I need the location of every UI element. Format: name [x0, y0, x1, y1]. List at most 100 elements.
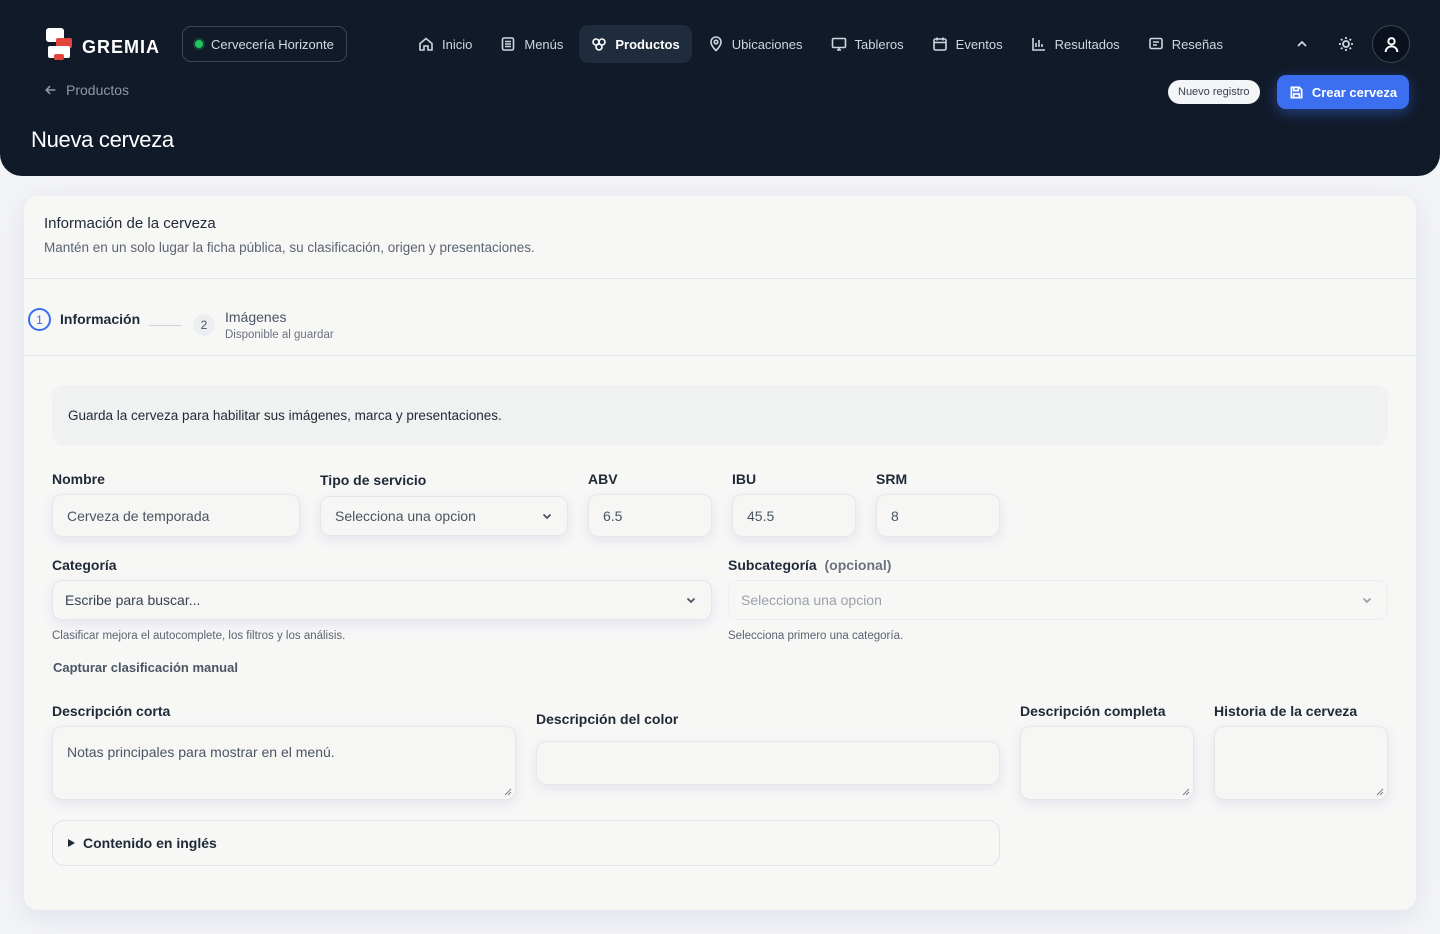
- message-icon: [1148, 37, 1163, 50]
- nav-label: Eventos: [955, 36, 1003, 52]
- descripcion-completa-label: Descripción completa: [1020, 703, 1166, 719]
- home-icon: [419, 37, 433, 51]
- historia-label: Historia de la cerveza: [1214, 703, 1358, 719]
- nav-item-ubicaciones[interactable]: Ubicaciones: [696, 25, 815, 63]
- categoria-hint: Clasificar mejora el autocomplete, los f…: [52, 630, 346, 642]
- historia-textarea[interactable]: [1214, 726, 1388, 800]
- chevron-down-icon: [686, 597, 696, 604]
- step-2-sub: Disponible al guardar: [225, 329, 334, 341]
- resize-handle-icon[interactable]: [1182, 788, 1190, 796]
- arrow-left-icon: [45, 85, 56, 95]
- manual-classification-link[interactable]: Capturar clasificación manual: [53, 660, 238, 675]
- subcategoria-label: Subcategoría (opcional): [728, 557, 891, 573]
- theme-toggle-sun-icon[interactable]: [1332, 30, 1360, 58]
- collapse-chevron-up-icon[interactable]: [1288, 30, 1316, 58]
- bottles-icon: [592, 38, 607, 51]
- ibu-input[interactable]: 45.5: [732, 494, 856, 537]
- tipo-servicio-select[interactable]: Selecciona una opcion: [320, 496, 568, 536]
- english-content-label: Contenido en inglés: [83, 835, 217, 851]
- resize-handle-icon[interactable]: [504, 788, 512, 796]
- nav-item-tableros[interactable]: Tableros: [819, 25, 916, 63]
- descripcion-color-input[interactable]: [536, 741, 1000, 785]
- subcategoria-value: Selecciona una opcion: [741, 592, 882, 608]
- ibu-value: 45.5: [747, 507, 775, 524]
- nav-label: Reseñas: [1171, 36, 1223, 52]
- step-1-label[interactable]: Información: [60, 311, 140, 327]
- srm-label: SRM: [876, 471, 908, 487]
- beer-form-card: Información de la cerveza Mantén en un s…: [24, 196, 1416, 910]
- categoria-placeholder: Escribe para buscar...: [65, 592, 201, 608]
- nav-item-inicio[interactable]: Inicio: [406, 25, 484, 63]
- nav-item-resultados[interactable]: Resultados: [1019, 25, 1132, 63]
- subcategoria-hint: Selecciona primero una categoría.: [728, 630, 904, 642]
- tipo-servicio-label: Tipo de servicio: [320, 472, 427, 488]
- save-icon: [1290, 86, 1303, 98]
- tipo-servicio-value: Selecciona una opcion: [335, 508, 476, 524]
- nav-item-productos[interactable]: Productos: [579, 25, 692, 63]
- nav-label: Ubicaciones: [731, 36, 803, 52]
- categoria-label: Categoría: [52, 557, 117, 573]
- status-dot-icon: [195, 40, 203, 48]
- resize-handle-icon[interactable]: [1376, 788, 1384, 796]
- step-2-indicator: 2: [193, 314, 215, 336]
- nav-item-menus[interactable]: Menús: [488, 25, 575, 63]
- create-beer-button[interactable]: Crear cerveza: [1277, 75, 1409, 109]
- main-nav: Inicio Menús Productos Ubicaciones Table…: [406, 25, 1235, 63]
- logo-mark-icon: [44, 26, 76, 62]
- srm-value: 8: [891, 507, 899, 524]
- ibu-label: IBU: [732, 471, 757, 487]
- chevron-down-icon: [542, 513, 552, 520]
- optional-tag: (opcional): [824, 557, 892, 573]
- map-pin-icon: [709, 36, 722, 52]
- step-2-label: Imágenes: [225, 309, 287, 325]
- nav-item-resenas[interactable]: Reseñas: [1136, 25, 1235, 63]
- nombre-placeholder: Cerveza de temporada: [67, 507, 210, 524]
- disclosure-triangle-icon: [68, 839, 75, 847]
- back-to-productos-link[interactable]: Productos: [44, 82, 129, 98]
- brewery-name: Cervecería Horizonte: [211, 36, 334, 52]
- descripcion-completa-textarea[interactable]: [1020, 726, 1194, 800]
- page-title: Nueva cerveza: [31, 127, 174, 152]
- create-beer-label: Crear cerveza: [1311, 84, 1398, 100]
- srm-input[interactable]: 8: [876, 494, 1000, 537]
- descripcion-color-label: Descripción del color: [536, 711, 679, 727]
- save-notice: Guarda la cerveza para habilitar sus imá…: [52, 385, 1388, 446]
- nav-label: Productos: [615, 36, 680, 52]
- abv-input[interactable]: 6.5: [588, 494, 712, 537]
- descripcion-corta-placeholder: Notas principales para mostrar en el men…: [67, 744, 335, 760]
- top-header: GREMIA Cervecería Horizonte Inicio Menús…: [0, 0, 1440, 176]
- back-label: Productos: [66, 82, 130, 98]
- logo-text: GREMIA: [82, 36, 160, 57]
- descripcion-corta-label: Descripción corta: [52, 703, 171, 719]
- descripcion-corta-textarea[interactable]: Notas principales para mostrar en el men…: [52, 726, 516, 800]
- card-title: Información de la cerveza: [44, 215, 216, 232]
- step-1-indicator[interactable]: 1: [28, 308, 51, 331]
- divider: [24, 355, 1416, 356]
- nav-label: Menús: [524, 36, 564, 52]
- menu-doc-icon: [502, 37, 515, 51]
- divider: [24, 278, 1416, 279]
- english-content-details[interactable]: Contenido en inglés: [52, 820, 1000, 866]
- chevron-down-icon: [1362, 597, 1372, 604]
- subcategoria-label-text: Subcategoría: [728, 557, 817, 573]
- step-connector: [149, 325, 181, 326]
- nombre-label: Nombre: [52, 471, 105, 487]
- card-subtitle: Mantén en un solo lugar la ficha pública…: [44, 240, 535, 255]
- subcategoria-select[interactable]: Selecciona una opcion: [728, 580, 1388, 620]
- bar-chart-icon: [1031, 38, 1045, 51]
- nav-label: Inicio: [442, 36, 473, 52]
- brewery-selector[interactable]: Cervecería Horizonte: [182, 26, 347, 62]
- user-icon: [1384, 36, 1398, 52]
- nav-item-eventos[interactable]: Eventos: [920, 25, 1015, 63]
- nav-label: Tableros: [854, 36, 904, 52]
- app-logo[interactable]: GREMIA: [44, 26, 160, 62]
- monitor-icon: [831, 37, 846, 51]
- calendar-icon: [932, 37, 947, 51]
- nombre-input[interactable]: Cerveza de temporada: [52, 494, 300, 537]
- abv-value: 6.5: [603, 507, 623, 524]
- user-avatar-button[interactable]: [1372, 25, 1410, 63]
- categoria-combobox[interactable]: Escribe para buscar...: [52, 580, 712, 620]
- new-record-badge: Nuevo registro: [1168, 80, 1260, 104]
- nav-label: Resultados: [1054, 36, 1120, 52]
- abv-label: ABV: [588, 471, 618, 487]
